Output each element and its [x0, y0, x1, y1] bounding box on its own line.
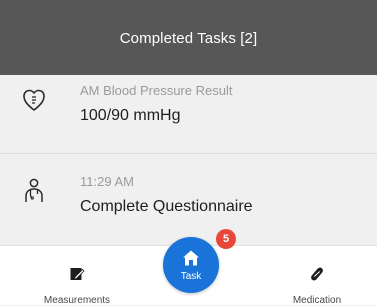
task-button[interactable]: Task: [163, 237, 219, 293]
task-button-label: Task: [180, 271, 202, 282]
edit-note-icon: [70, 268, 85, 280]
pill-icon: [311, 267, 323, 281]
notification-badge: 5: [216, 229, 236, 249]
completed-task-list: AM Blood Pressure Result 100/90 mmHg 11:…: [0, 75, 377, 245]
task-item-questionnaire[interactable]: 11:29 AM Complete Questionnaire: [0, 160, 377, 230]
page-title: Completed Tasks [2]: [119, 30, 258, 47]
doctor-icon: [25, 178, 43, 202]
tab-measurements[interactable]: Measurements: [22, 246, 132, 306]
header-bar: Completed Tasks [2]: [0, 0, 377, 75]
task-item-blood-pressure[interactable]: AM Blood Pressure Result 100/90 mmHg: [0, 75, 377, 145]
task-title: 100/90 mmHg: [80, 107, 181, 124]
task-subtitle: 11:29 AM: [80, 174, 134, 189]
divider: [0, 153, 377, 154]
tab-medication[interactable]: Medication: [262, 246, 372, 306]
home-icon: [183, 250, 199, 266]
task-title: Complete Questionnaire: [80, 198, 253, 215]
task-subtitle: AM Blood Pressure Result: [80, 83, 233, 98]
tab-label: Medication: [292, 295, 342, 306]
heart-gauge-icon: [23, 89, 45, 111]
tab-label: Measurements: [43, 295, 111, 306]
